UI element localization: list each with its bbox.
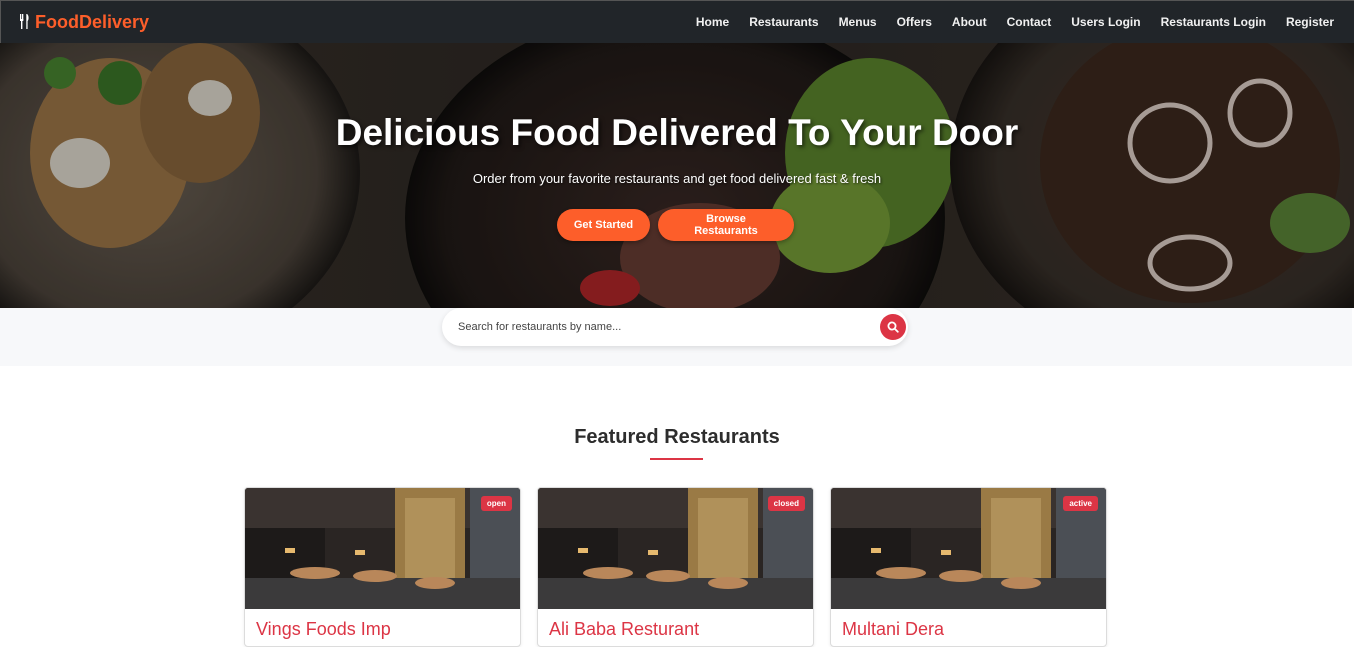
search-button[interactable] (880, 314, 906, 340)
nav-link-users-login[interactable]: Users Login (1071, 15, 1140, 29)
hero-content: Delicious Food Delivered To Your Door Or… (0, 43, 1354, 308)
restaurant-card[interactable]: active Multani Dera (830, 487, 1107, 647)
status-badge: closed (767, 496, 805, 511)
restaurant-image (245, 488, 520, 609)
search-bar (442, 308, 908, 346)
nav-link-offers[interactable]: Offers (897, 15, 932, 29)
hero-banner: Delicious Food Delivered To Your Door Or… (0, 43, 1354, 308)
restaurant-name[interactable]: Vings Foods Imp (256, 619, 391, 640)
restaurant-name[interactable]: Multani Dera (842, 619, 944, 640)
navbar: FoodDelivery Home Restaurants Menus Offe… (0, 0, 1354, 43)
featured-title: Featured Restaurants (574, 426, 780, 448)
brand-name: FoodDelivery (35, 11, 150, 32)
restaurant-card[interactable]: closed Ali Baba Resturant (537, 487, 814, 647)
nav-link-restaurants-login[interactable]: Restaurants Login (1161, 15, 1266, 29)
hero-title: Delicious Food Delivered To Your Door (335, 112, 1019, 153)
restaurant-name[interactable]: Ali Baba Resturant (549, 619, 699, 640)
utensils-icon (20, 14, 29, 29)
hero-subtitle: Order from your favorite restaurants and… (472, 171, 882, 186)
nav-link-restaurants[interactable]: Restaurants (749, 15, 818, 29)
browse-restaurants-button[interactable]: Browse Restaurants (658, 209, 794, 241)
restaurant-card[interactable]: open Vings Foods Imp (244, 487, 521, 647)
status-badge: active (1063, 496, 1098, 511)
status-badge: open (480, 496, 512, 511)
hero-buttons: Get Started Browse Restaurants (557, 209, 794, 241)
nav-links: Home Restaurants Menus Offers About Cont… (696, 15, 1334, 29)
search-input[interactable] (458, 321, 880, 333)
brand-logo[interactable]: FoodDelivery (19, 12, 149, 33)
nav-link-home[interactable]: Home (696, 15, 729, 29)
nav-link-about[interactable]: About (952, 15, 987, 29)
nav-link-menus[interactable]: Menus (839, 15, 877, 29)
nav-link-register[interactable]: Register (1286, 15, 1334, 29)
nav-link-contact[interactable]: Contact (1007, 15, 1052, 29)
section-underline (650, 458, 703, 460)
search-icon (887, 321, 899, 333)
get-started-button[interactable]: Get Started (557, 209, 650, 241)
